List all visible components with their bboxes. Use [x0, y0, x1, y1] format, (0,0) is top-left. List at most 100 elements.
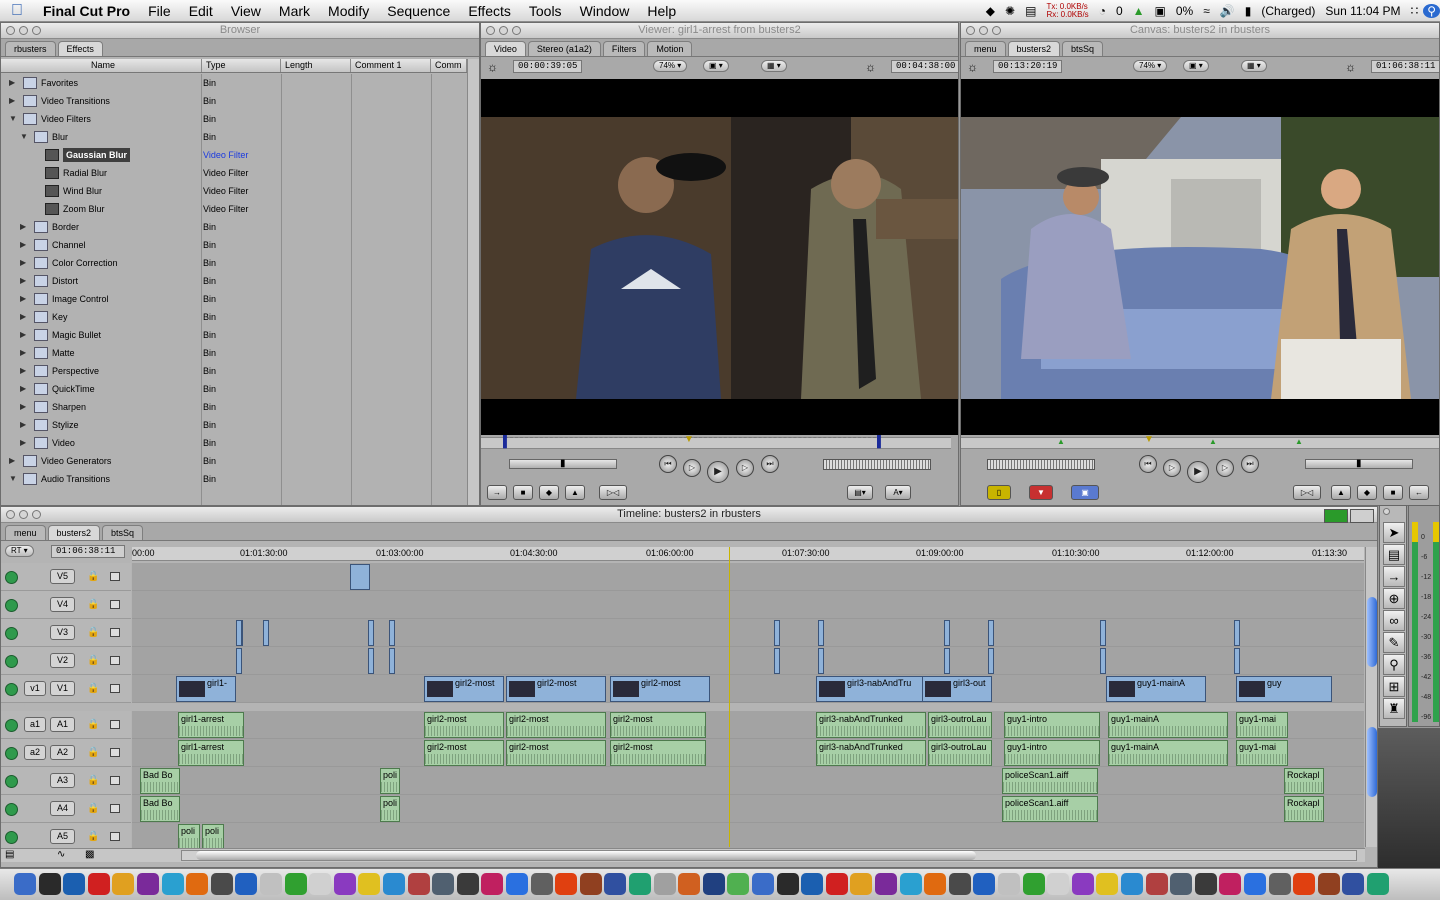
browser-vertical-scrollbar[interactable]	[467, 59, 479, 505]
auto-select-toggle[interactable]	[110, 600, 120, 609]
timeline-clip[interactable]: girl3-nabAndTru	[816, 676, 926, 702]
tab-btssq[interactable]: btsSq	[1062, 41, 1104, 56]
display-icon[interactable]: ▣	[1150, 4, 1171, 18]
dock-app-icon[interactable]	[63, 873, 86, 895]
dock-app-icon[interactable]	[1268, 873, 1291, 895]
up-arrow-icon[interactable]: ▲	[1128, 4, 1150, 18]
lock-icon[interactable]: 🔒	[87, 599, 99, 610]
snapping-button[interactable]	[1324, 509, 1348, 523]
menu-app-name[interactable]: Final Cut Pro	[34, 3, 139, 19]
counter-text[interactable]: 0	[1111, 4, 1128, 18]
in-point-marker[interactable]: ▌	[503, 436, 511, 448]
add-marker-button[interactable]: ▲	[1331, 485, 1351, 500]
add-keyframe-button[interactable]: ◆	[539, 485, 559, 500]
dock-app-icon[interactable]	[973, 873, 996, 895]
dock-app-icon[interactable]	[1194, 873, 1217, 895]
disclosure-closed-icon[interactable]: ▶	[20, 254, 26, 272]
tab-video[interactable]: Video	[485, 41, 526, 56]
browser-row[interactable]: ▶ Magic Bullet Bin	[1, 326, 467, 344]
track-content[interactable]: poli poli	[132, 823, 1364, 851]
out-point-marker[interactable]: ▌	[877, 436, 885, 448]
viewer-shuttle[interactable]: ▮	[509, 458, 617, 469]
auto-select-toggle[interactable]	[110, 684, 120, 693]
timeline-clip[interactable]: guy1-mainA	[1108, 712, 1228, 738]
timeline-clip[interactable]: Bad Bo	[140, 768, 180, 794]
dock-app-icon[interactable]	[1022, 873, 1045, 895]
timeline-clip[interactable]	[988, 620, 994, 646]
marker-2[interactable]: ▲	[1209, 437, 1217, 446]
canvas-playhead[interactable]: ▼	[1144, 434, 1154, 445]
close-button[interactable]	[6, 26, 15, 35]
track-label[interactable]: V3	[50, 625, 75, 640]
viewer-playhead[interactable]: ▼	[684, 434, 694, 445]
browser-row[interactable]: ▶ Channel Bin	[1, 236, 467, 254]
track-label[interactable]: A5	[50, 829, 75, 844]
dock-app-icon[interactable]	[309, 873, 332, 895]
dock-app-icon[interactable]	[899, 873, 922, 895]
dock-app-icon[interactable]	[87, 873, 110, 895]
razor-tool-icon[interactable]: ✎	[1383, 632, 1405, 653]
tab-busters2[interactable]: busters2	[1007, 41, 1061, 56]
canvas-jog-wheel[interactable]	[987, 459, 1095, 470]
tab-menu[interactable]: menu	[5, 525, 46, 540]
linking-button[interactable]	[1350, 509, 1374, 523]
timeline-clip[interactable]: guy1-intro	[1004, 712, 1100, 738]
timeline-clip[interactable]	[389, 620, 395, 646]
timeline-clip[interactable]: girl2-most	[610, 676, 710, 702]
timecode-dial-icon[interactable]: ☼	[967, 60, 978, 74]
dock-app-icon[interactable]	[604, 873, 627, 895]
browser-row[interactable]: Wind Blur Video Filter	[1, 182, 467, 200]
timeline-clip[interactable]	[944, 620, 950, 646]
dock-app-icon[interactable]	[1096, 873, 1119, 895]
previous-edit-button[interactable]: ⏮	[1139, 455, 1157, 473]
lock-icon[interactable]: 🔒	[87, 571, 99, 582]
dock-app-icon[interactable]	[1170, 873, 1193, 895]
timeline-clip[interactable]	[774, 648, 780, 674]
fan-icon[interactable]: ✺	[1000, 4, 1020, 18]
track-visibility-icon[interactable]	[5, 803, 18, 816]
browser-row[interactable]: Zoom Blur Video Filter	[1, 200, 467, 218]
disclosure-closed-icon[interactable]: ▶	[9, 74, 15, 92]
marker-1[interactable]: ▲	[1057, 437, 1065, 446]
canvas-overlay-popup[interactable]: ▦ ▾	[1241, 60, 1267, 72]
menu-sequence[interactable]: Sequence	[378, 3, 459, 19]
viewer-jog-wheel[interactable]	[823, 459, 931, 470]
dock-app-icon[interactable]	[825, 873, 848, 895]
track-label[interactable]: V4	[50, 597, 75, 612]
timeline-clip[interactable]: girl3-outroLau	[928, 740, 992, 766]
timeline-clip[interactable]: poli	[178, 824, 200, 850]
recent-clips-button[interactable]: ▤▾	[847, 485, 873, 500]
track-height-icon[interactable]: ▤	[5, 849, 14, 860]
dock-app-icon[interactable]	[850, 873, 873, 895]
track-label[interactable]: A1	[50, 717, 75, 732]
browser-row[interactable]: ▶ Stylize Bin	[1, 416, 467, 434]
spotlight-icon[interactable]: ⚲	[1423, 4, 1440, 18]
disclosure-open-icon[interactable]: ▼	[9, 110, 17, 128]
video-scroll-thumb[interactable]	[1367, 597, 1377, 667]
disclosure-closed-icon[interactable]: ▶	[20, 290, 26, 308]
disclosure-closed-icon[interactable]: ▶	[20, 416, 26, 434]
timeline-clip[interactable]: girl2-most	[610, 740, 706, 766]
browser-row[interactable]: Radial Blur Video Filter	[1, 164, 467, 182]
play-button[interactable]: ▶	[1187, 461, 1209, 483]
tab-stereo[interactable]: Stereo (a1a2)	[527, 41, 601, 56]
browser-row[interactable]: ▶ Image Control Bin	[1, 290, 467, 308]
dock-app-icon[interactable]	[260, 873, 282, 895]
minimize-button[interactable]	[19, 510, 28, 519]
browser-row[interactable]: ▼ Audio Transitions Bin	[1, 470, 467, 488]
viewer-zoom-popup[interactable]: 74% ▾	[653, 60, 688, 72]
browser-row[interactable]: ▶ Favorites Bin	[1, 74, 467, 92]
timeline-clip[interactable]: policeScan1.aiff	[1002, 796, 1098, 822]
timeline-current-timecode[interactable]: 01:06:38:11	[51, 545, 125, 558]
menu-mark[interactable]: Mark	[270, 3, 319, 19]
track-label[interactable]: A3	[50, 773, 75, 788]
dock-app-icon[interactable]	[235, 873, 258, 895]
overwrite-edit-button[interactable]: ▼	[1029, 485, 1053, 500]
tab-rbusters[interactable]: rbusters	[5, 41, 56, 56]
auto-select-toggle[interactable]	[110, 776, 120, 785]
dock-app-icon[interactable]	[38, 873, 61, 895]
timeline-clip[interactable]: girl1-arrest	[178, 740, 244, 766]
minimize-button[interactable]	[499, 26, 508, 35]
network-monitor[interactable]: Tx: 0.0KB/s Rx: 0.0KB/s	[1041, 3, 1093, 19]
dock-app-icon[interactable]	[1121, 873, 1143, 895]
